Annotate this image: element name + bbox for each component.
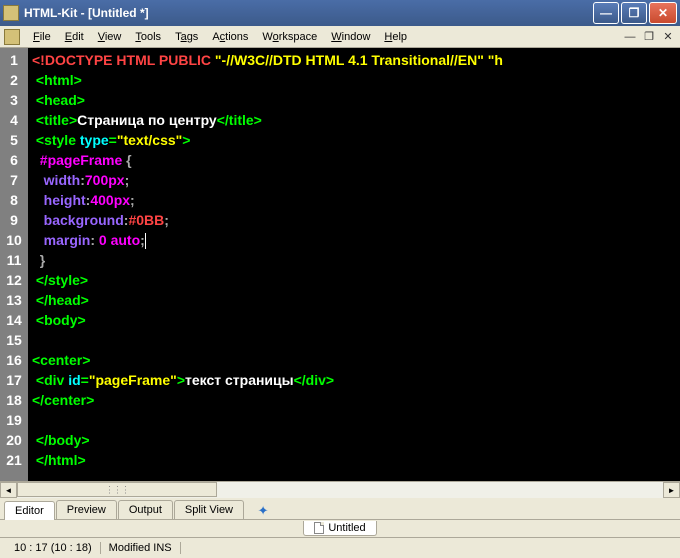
document-icon xyxy=(314,522,324,534)
mdi-minimize-button[interactable]: — xyxy=(622,30,638,44)
line-number: 2 xyxy=(0,70,28,90)
new-tab-icon[interactable]: ✦ xyxy=(255,503,271,519)
line-number: 1 xyxy=(0,50,28,70)
line-number: 17 xyxy=(0,370,28,390)
scroll-right-button[interactable]: ► xyxy=(663,482,680,498)
line-number: 16 xyxy=(0,350,28,370)
title-bar: HTML-Kit - [Untitled *] — ❐ ✕ xyxy=(0,0,680,26)
tab-editor[interactable]: Editor xyxy=(4,501,55,520)
line-number: 4 xyxy=(0,110,28,130)
line-number: 7 xyxy=(0,170,28,190)
status-bar: 10 : 17 (10 : 18) Modified INS xyxy=(0,538,680,558)
line-number: 21 xyxy=(0,450,28,470)
line-number: 13 xyxy=(0,290,28,310)
line-number-gutter: 1 2 3 4 5 6 7 8 9 10 11 12 13 14 15 16 1… xyxy=(0,48,28,481)
close-button[interactable]: ✕ xyxy=(649,2,677,24)
view-tabs: Editor Preview Output Split View ✦ xyxy=(0,498,680,520)
app-icon xyxy=(3,5,19,21)
document-tab-label: Untitled xyxy=(328,522,365,534)
status-mode: Modified INS xyxy=(101,542,181,554)
menu-edit[interactable]: Edit xyxy=(58,29,91,45)
tab-output[interactable]: Output xyxy=(118,500,173,519)
menu-tools[interactable]: Tools xyxy=(128,29,168,45)
mdi-close-button[interactable]: ✕ xyxy=(660,30,676,44)
menu-tags[interactable]: Tags xyxy=(168,29,205,45)
scroll-track[interactable]: ⋮⋮⋮ xyxy=(17,482,663,498)
line-number: 20 xyxy=(0,430,28,450)
line-number: 18 xyxy=(0,390,28,410)
menu-bar: FFileile Edit View Tools Tags Actions Wo… xyxy=(0,26,680,48)
mdi-restore-button[interactable]: ❐ xyxy=(641,30,657,44)
menu-workspace[interactable]: Workspace xyxy=(255,29,324,45)
line-number: 10 xyxy=(0,230,28,250)
menu-actions[interactable]: Actions xyxy=(205,29,255,45)
tab-preview[interactable]: Preview xyxy=(56,500,117,519)
code-editor[interactable]: <!DOCTYPE HTML PUBLIC "-//W3C//DTD HTML … xyxy=(28,48,680,481)
editor-area: 1 2 3 4 5 6 7 8 9 10 11 12 13 14 15 16 1… xyxy=(0,48,680,481)
line-number: 5 xyxy=(0,130,28,150)
line-number: 11 xyxy=(0,250,28,270)
document-tabs: Untitled xyxy=(0,520,680,538)
scroll-left-button[interactable]: ◄ xyxy=(0,482,17,498)
minimize-button[interactable]: — xyxy=(593,2,619,24)
document-tab-untitled[interactable]: Untitled xyxy=(303,521,376,536)
line-number: 12 xyxy=(0,270,28,290)
line-number: 19 xyxy=(0,410,28,430)
tab-split-view[interactable]: Split View xyxy=(174,500,244,519)
menu-window[interactable]: Window xyxy=(324,29,377,45)
app-menu-icon[interactable] xyxy=(4,29,20,45)
menu-help[interactable]: Help xyxy=(377,29,414,45)
scroll-thumb[interactable]: ⋮⋮⋮ xyxy=(17,482,217,497)
menu-file[interactable]: FFileile xyxy=(26,29,58,45)
line-number: 14 xyxy=(0,310,28,330)
horizontal-scrollbar[interactable]: ◄ ⋮⋮⋮ ► xyxy=(0,481,680,498)
line-number: 3 xyxy=(0,90,28,110)
menu-view[interactable]: View xyxy=(91,29,129,45)
line-number: 15 xyxy=(0,330,28,350)
window-title: HTML-Kit - [Untitled *] xyxy=(24,6,591,20)
maximize-button[interactable]: ❐ xyxy=(621,2,647,24)
line-number: 8 xyxy=(0,190,28,210)
line-number: 9 xyxy=(0,210,28,230)
line-number: 6 xyxy=(0,150,28,170)
status-cursor-position: 10 : 17 (10 : 18) xyxy=(6,542,101,554)
